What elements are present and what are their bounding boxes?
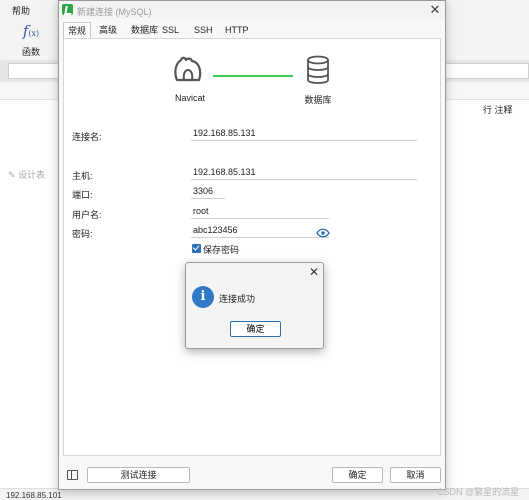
tab-general[interactable]: 常规 [63, 22, 92, 38]
design-table-button[interactable]: ✎ 设计表 [8, 168, 45, 181]
new-connection-dialog: 新建连接 (MySQL) ✕ 常规 高级 数据库 SSL SSH HTTP Na… [58, 0, 446, 490]
navicat-label: Navicat [174, 93, 205, 103]
tab-advanced[interactable]: 高级 [95, 22, 121, 38]
save-password-checkbox[interactable] [192, 244, 201, 253]
database-label: 数据库 [304, 95, 332, 105]
watermark: CSDN @繁星的流星 [437, 487, 520, 497]
navicat-icon [174, 56, 202, 82]
test-connection-button[interactable]: 测试连接 [87, 467, 190, 483]
connection-name-label: 连接名: [72, 132, 102, 142]
connection-success-dialog: ✕ i 连接成功 确定 [185, 262, 324, 349]
host-label: 主机: [72, 171, 93, 181]
message-ok-button[interactable]: 确定 [230, 321, 281, 337]
function-label: 函数 [21, 47, 40, 57]
password-label: 密码: [72, 229, 93, 239]
general-tab-panel: Navicat 数据库 连接名: 主机: 端口: 用户名: 密码: 保存密码 [63, 38, 441, 456]
save-password-label: 保存密码 [203, 245, 240, 255]
database-icon [307, 55, 329, 84]
close-icon[interactable]: ✕ [427, 2, 443, 18]
connection-line [213, 75, 293, 77]
columns-header: 行 注释 [483, 105, 513, 115]
tab-http[interactable]: HTTP [221, 22, 253, 38]
message-close-icon[interactable]: ✕ [307, 265, 321, 279]
message-text: 连接成功 [219, 294, 256, 304]
tab-ssh[interactable]: SSH [190, 22, 217, 38]
dialog-footer: 测试连接 确定 取消 [59, 459, 445, 489]
tab-database[interactable]: 数据库 [127, 22, 162, 38]
design-table-label: 设计表 [18, 170, 46, 180]
host-input[interactable] [191, 165, 417, 180]
port-input[interactable] [191, 184, 225, 199]
username-input[interactable] [191, 204, 329, 219]
function-icon: f(x) [22, 22, 40, 40]
show-password-icon[interactable] [316, 228, 330, 238]
dialog-title: 新建连接 (MySQL) [77, 7, 152, 17]
navicat-logo-icon [62, 4, 73, 15]
dialog-titlebar: 新建连接 (MySQL) ✕ [59, 1, 445, 19]
connection-name-input[interactable] [191, 126, 417, 141]
password-input[interactable] [191, 223, 329, 238]
panel-toggle-icon[interactable] [67, 470, 78, 480]
cancel-button[interactable]: 取消 [390, 467, 441, 483]
background-input-right[interactable] [445, 63, 529, 79]
function-toolbar-button[interactable]: f(x) 函数 [16, 22, 46, 58]
username-label: 用户名: [72, 210, 102, 220]
background-input[interactable] [8, 63, 60, 79]
info-icon: i [192, 286, 214, 308]
connection-graphic: Navicat 数据库 [64, 39, 440, 109]
status-text: 192.168.85.101 [6, 491, 62, 500]
ok-button[interactable]: 确定 [332, 467, 383, 483]
tab-ssl[interactable]: SSL [158, 22, 183, 38]
port-label: 端口: [72, 190, 93, 200]
